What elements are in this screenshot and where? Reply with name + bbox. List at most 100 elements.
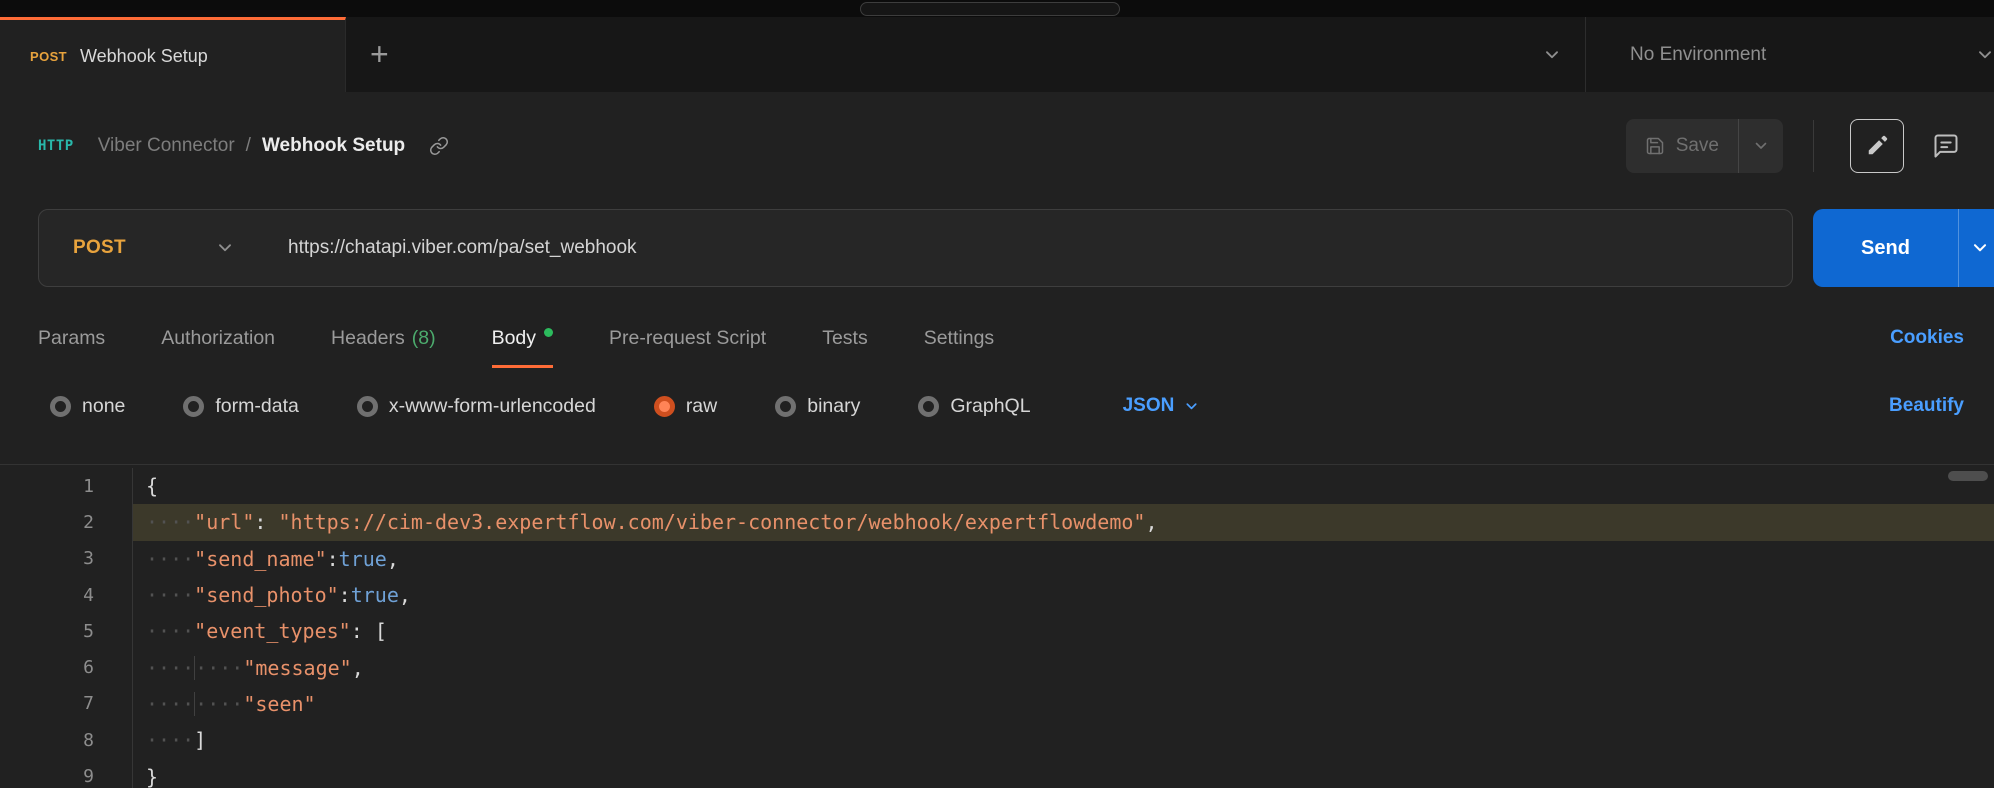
whitespace-dots: ···· [146, 619, 194, 643]
line-number: 7 [0, 686, 133, 722]
save-icon [1645, 136, 1665, 156]
code-token: "url" [194, 510, 254, 534]
body-type-row: none form-data x-www-form-urlencoded raw… [0, 378, 1994, 434]
code-text: } [133, 758, 1994, 788]
whitespace-dots: ···· [146, 510, 194, 534]
code-token: : [254, 510, 278, 534]
environment-chevron-icon [1976, 46, 1994, 64]
send-split-button: Send [1813, 209, 1994, 287]
send-button[interactable]: Send [1813, 209, 1958, 287]
cookies-link[interactable]: Cookies [1890, 308, 1964, 368]
header-actions-divider [1813, 120, 1814, 172]
send-options-chevron[interactable] [1958, 209, 1994, 287]
body-type-raw[interactable]: raw [654, 395, 717, 418]
whitespace-dots: ···· [194, 692, 243, 716]
tab-webhook-setup[interactable]: POST Webhook Setup [0, 17, 346, 92]
code-token: , [1145, 510, 1157, 534]
code-line: 1 { [0, 468, 1994, 504]
editor-scrollbar-thumb[interactable] [1948, 471, 1988, 481]
radio-icon [50, 396, 71, 417]
line-number: 8 [0, 722, 133, 758]
code-token: } [146, 765, 158, 788]
chevron-down-icon [1184, 399, 1199, 414]
global-search-input[interactable] [860, 2, 1120, 16]
tab-authorization[interactable]: Authorization [161, 308, 275, 368]
line-number: 5 [0, 613, 133, 649]
code-line: 9 } [0, 758, 1994, 788]
http-protocol-icon: HTTP [38, 138, 74, 154]
new-tab-button[interactable]: + [370, 40, 389, 69]
code-text: ········"seen" [133, 686, 1994, 722]
save-button[interactable]: Save [1626, 119, 1738, 173]
tab-strip: POST Webhook Setup + No Environment [0, 17, 1994, 92]
body-code-editor[interactable]: 1 { 2 ····"url": "https://cim-dev3.exper… [0, 464, 1994, 788]
code-token: : [327, 547, 339, 571]
code-line: 4 ····"send_photo":true, [0, 577, 1994, 613]
code-line: 7 ········"seen" [0, 686, 1994, 722]
code-token: { [146, 474, 158, 498]
code-token: : [351, 619, 375, 643]
breadcrumb-request-name[interactable]: Webhook Setup [262, 135, 405, 157]
whitespace-dots: ···· [146, 728, 194, 752]
line-number: 2 [0, 504, 133, 540]
link-icon[interactable] [429, 136, 449, 156]
tab-pre-request-script[interactable]: Pre-request Script [609, 308, 766, 368]
code-line: 8 ····] [0, 722, 1994, 758]
tab-params[interactable]: Params [38, 308, 105, 368]
whitespace-dots: ···· [146, 692, 194, 716]
body-type-none[interactable]: none [50, 395, 125, 418]
save-options-chevron[interactable] [1738, 119, 1783, 173]
request-header-row: HTTP Viber Connector / Webhook Setup Sav… [0, 92, 1994, 200]
comments-button[interactable] [1924, 124, 1968, 168]
raw-format-label: JSON [1123, 395, 1175, 417]
code-token: ] [194, 728, 206, 752]
headers-count: (8) [412, 327, 436, 350]
environment-label: No Environment [1630, 44, 1976, 66]
chevron-down-icon [1753, 138, 1769, 154]
whitespace-dots: ···· [146, 583, 194, 607]
code-token: "event_types" [194, 619, 351, 643]
code-text: ········"message", [133, 649, 1994, 685]
code-token: : [339, 583, 351, 607]
code-token: true [351, 583, 399, 607]
line-number: 6 [0, 649, 133, 685]
tab-method-badge: POST [30, 49, 67, 64]
code-token: [ [375, 619, 387, 643]
request-tabs: Params Authorization Headers (8) Body Pr… [0, 308, 1994, 368]
tab-body[interactable]: Body [492, 308, 553, 368]
code-token: "https://cim-dev3.expertflow.com/viber-c… [278, 510, 1145, 534]
method-dropdown[interactable]: POST [39, 237, 264, 259]
url-input[interactable]: https://chatapi.viber.com/pa/set_webhook [288, 237, 1792, 259]
tab-headers[interactable]: Headers (8) [331, 308, 436, 368]
code-text: ····"send_photo":true, [133, 577, 1994, 613]
line-number: 1 [0, 468, 133, 504]
comment-icon [1932, 132, 1960, 160]
tab-title: Webhook Setup [80, 46, 208, 67]
environment-selector[interactable]: No Environment [1585, 17, 1994, 92]
body-type-form-data[interactable]: form-data [183, 395, 298, 418]
code-token: , [387, 547, 399, 571]
body-type-graphql[interactable]: GraphQL [918, 395, 1030, 418]
breadcrumb-collection[interactable]: Viber Connector [98, 135, 235, 157]
code-line-highlighted: 2 ····"url": "https://cim-dev3.expertflo… [0, 504, 1994, 540]
tab-list-chevron-icon[interactable] [1543, 46, 1561, 64]
radio-selected-icon [654, 396, 675, 417]
body-type-binary[interactable]: binary [775, 395, 860, 418]
tab-settings[interactable]: Settings [924, 308, 994, 368]
code-line: 6 ········"message", [0, 649, 1994, 685]
raw-format-dropdown[interactable]: JSON [1123, 395, 1200, 417]
tab-tests[interactable]: Tests [822, 308, 868, 368]
code-token: true [339, 547, 387, 571]
whitespace-dots: ···· [146, 656, 194, 680]
header-actions: Save [1626, 119, 1968, 173]
code-text: ····] [133, 722, 1994, 758]
pencil-icon [1865, 134, 1889, 158]
titlebar [0, 0, 1994, 17]
save-split-button: Save [1626, 119, 1783, 173]
body-type-urlencoded[interactable]: x-www-form-urlencoded [357, 395, 596, 418]
edit-documentation-button[interactable] [1850, 119, 1904, 173]
radio-icon [183, 396, 204, 417]
beautify-link[interactable]: Beautify [1889, 395, 1964, 417]
code-text: ····"url": "https://cim-dev3.expertflow.… [133, 504, 1994, 540]
code-token: , [352, 656, 364, 680]
